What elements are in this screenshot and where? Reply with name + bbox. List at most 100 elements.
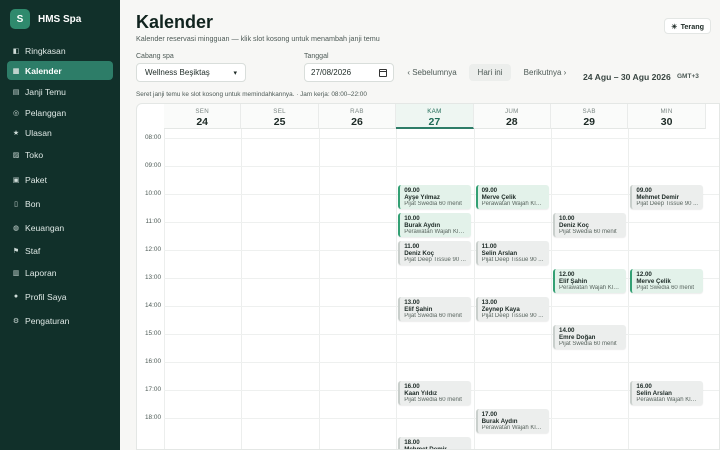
- appointment-card[interactable]: 14.00 Emre Doğan Pijat Swedia 60 menit: [553, 325, 626, 349]
- day-name: RAB: [350, 108, 364, 115]
- day-name: SEL: [273, 108, 286, 115]
- branch-value: Wellness Beşiktaş: [145, 68, 210, 77]
- sidebar-item-kalender[interactable]: ▦ Kalender: [7, 61, 113, 80]
- sidebar-item-keuangan[interactable]: ◍ Keuangan: [7, 218, 113, 237]
- brand[interactable]: S HMS Spa: [0, 0, 120, 38]
- day-date: 29: [583, 116, 596, 128]
- appointment-time: 11.00: [404, 243, 420, 250]
- time-label: 10:00: [145, 190, 161, 197]
- theme-toggle-button[interactable]: ☀ Terang: [664, 18, 711, 34]
- appointment-icon: ▤: [12, 88, 20, 96]
- hour-gridline: [164, 362, 719, 363]
- appointment-service: Pijat Swedia 60 menit: [404, 397, 462, 403]
- time-label: 09:00: [145, 162, 161, 169]
- appointment-card[interactable]: 11.00 Deniz Koç Pijat Deep Tissue 90 ...: [398, 241, 472, 265]
- sidebar-item-ulasan[interactable]: ★ Ulasan: [7, 123, 113, 142]
- today-button[interactable]: Hari ini: [469, 64, 511, 81]
- sidebar-item-toko[interactable]: ▨ Toko: [7, 145, 113, 164]
- prev-week-button[interactable]: ‹ Sebelumnya: [402, 64, 462, 81]
- page-subtitle: Kalender reservasi mingguan — klik slot …: [136, 34, 380, 43]
- appointment-card[interactable]: 09.00 Ayşe Yılmaz Pijat Swedia 60 menit: [398, 185, 472, 209]
- day-header-sel: SEL 25: [241, 104, 319, 129]
- appointment-card[interactable]: 12.00 Merve Çelik Pijat Swedia 60 menit: [630, 269, 704, 293]
- appointment-time: 16.00: [636, 383, 652, 390]
- next-week-button[interactable]: Berikutnya ›: [517, 64, 573, 81]
- appointment-client: Elif Şahin: [559, 278, 588, 285]
- appointment-client: Deniz Koç: [559, 222, 589, 229]
- sidebar-item-janji-temu[interactable]: ▤ Janji Temu: [7, 82, 113, 101]
- sidebar-item-label: Bon: [25, 198, 41, 209]
- appointment-client: Merve Çelik: [636, 278, 671, 285]
- customers-icon: ◎: [12, 109, 20, 117]
- sidebar-item-ringkasan[interactable]: ◧ Ringkasan: [7, 41, 113, 60]
- day-header-rab: RAB 26: [318, 104, 397, 129]
- calendar-icon: ▦: [12, 67, 20, 75]
- appointment-card[interactable]: 13.00 Zeynep Kaya Pijat Deep Tissue 90 ...: [475, 297, 549, 321]
- day-header-min: MIN 30: [628, 104, 706, 129]
- appointment-client: Mehmet Demir: [636, 194, 680, 201]
- sidebar-item-paket[interactable]: ▣ Paket: [7, 170, 113, 189]
- appointment-card[interactable]: 11.00 Selin Arslan Pijat Deep Tissue 90 ..…: [475, 241, 549, 265]
- appointment-card[interactable]: 09.00 Mehmet Demir Pijat Deep Tissue 90 ..…: [630, 185, 704, 209]
- appointment-card[interactable]: 18.00Mehmet DemirPijat Deep Tissue 90 ..…: [398, 437, 472, 450]
- appointment-time: 14.00: [559, 327, 575, 334]
- shop-icon: ▨: [12, 151, 20, 159]
- appointment-client: Burak Aydın: [481, 418, 518, 425]
- appointment-service: Pijat Swedia 60 menit: [559, 229, 617, 235]
- appointment-service: Pijat Deep Tissue 90 ...: [481, 257, 544, 263]
- appointment-client: Selin Arslan: [636, 390, 672, 397]
- appointment-card[interactable]: 10.00 Burak Aydın Perawatan Wajah Klasik: [398, 213, 472, 237]
- date-label: Tanggal: [304, 53, 329, 60]
- appointment-card[interactable]: 13.00 Elif Şahin Pijat Swedia 60 menit: [398, 297, 472, 321]
- appointment-service: Pijat Swedia 60 menit: [404, 313, 462, 319]
- appointment-card[interactable]: 16.00 Selin Arslan Perawatan Wajah Klasik: [630, 381, 704, 405]
- appointment-card[interactable]: 17.00 Burak Aydın Perawatan Wajah Klasik: [475, 409, 549, 433]
- time-label: 16:00: [145, 358, 161, 365]
- calendar-picker-icon[interactable]: [379, 68, 387, 77]
- branch-select[interactable]: Wellness Beşiktaş ▾: [136, 63, 246, 82]
- appointment-service: Pijat Swedia 60 menit: [636, 285, 695, 291]
- hour-gridline: [164, 166, 719, 167]
- appointment-client: Burak Aydın: [404, 222, 441, 229]
- day-name: KAM: [427, 108, 442, 115]
- week-range: 24 Agu – 30 Agu 2026: [583, 72, 671, 82]
- day-column-divider: [318, 129, 320, 449]
- appointment-time: 16.00: [404, 383, 420, 390]
- appointment-time: 13.00: [404, 299, 420, 306]
- appointment-client: Emre Doğan: [559, 334, 596, 341]
- time-label: 08:00: [145, 134, 161, 141]
- staff-icon: ⚑: [12, 247, 20, 255]
- day-name: SAB: [582, 108, 596, 115]
- day-date: 25: [273, 116, 286, 128]
- sidebar-item-pelanggan[interactable]: ◎ Pelanggan: [7, 103, 113, 122]
- sidebar-item-laporan[interactable]: ▥ Laporan: [7, 263, 113, 282]
- time-label: 18:00: [145, 414, 161, 421]
- sidebar-item-label: Laporan: [25, 267, 57, 278]
- sidebar-item-bon[interactable]: ▯ Bon: [7, 194, 113, 213]
- appointment-client: Elif Şahin: [404, 306, 433, 313]
- page-title: Kalender: [136, 12, 214, 32]
- appointment-card[interactable]: 16.00 Kaan Yıldız Pijat Swedia 60 menit: [398, 381, 472, 405]
- appointment-client: Mehmet Demir: [404, 446, 447, 450]
- receipt-icon: ▯: [14, 200, 18, 208]
- sidebar-item-profil-saya[interactable]: ● Profil Saya: [7, 287, 113, 306]
- drag-hint: Seret janji temu ke slot kosong untuk me…: [136, 91, 367, 98]
- appointment-card[interactable]: 12.00 Elif Şahin Perawatan Wajah Klasik: [553, 269, 626, 293]
- time-label: 13:00: [145, 274, 161, 281]
- sidebar-item-label: Pelanggan: [25, 107, 67, 118]
- date-input[interactable]: 27/08/2026: [304, 63, 394, 82]
- day-header-kam: KAM 27: [396, 104, 474, 129]
- appointment-time: 09.00: [404, 187, 420, 194]
- appointment-service: Pijat Swedia 60 menit: [404, 201, 462, 207]
- appointment-card[interactable]: 09.00 Merve Çelik Perawatan Wajah Klasik: [475, 185, 549, 209]
- appointment-time: 10.00: [404, 215, 420, 222]
- sidebar-item-pengaturan[interactable]: ⚙ Pengaturan: [7, 311, 113, 330]
- package-icon: ▣: [12, 176, 20, 184]
- sidebar-item-staf[interactable]: ⚑ Staf: [7, 241, 113, 260]
- dashboard-icon: ◧: [12, 47, 20, 55]
- appointment-service: Perawatan Wajah Klasik: [404, 229, 468, 235]
- day-name: JUM: [504, 108, 519, 115]
- appointment-client: Kaan Yıldız: [404, 390, 438, 397]
- time-label: 14:00: [145, 302, 161, 309]
- appointment-card[interactable]: 10.00 Deniz Koç Pijat Swedia 60 menit: [553, 213, 626, 237]
